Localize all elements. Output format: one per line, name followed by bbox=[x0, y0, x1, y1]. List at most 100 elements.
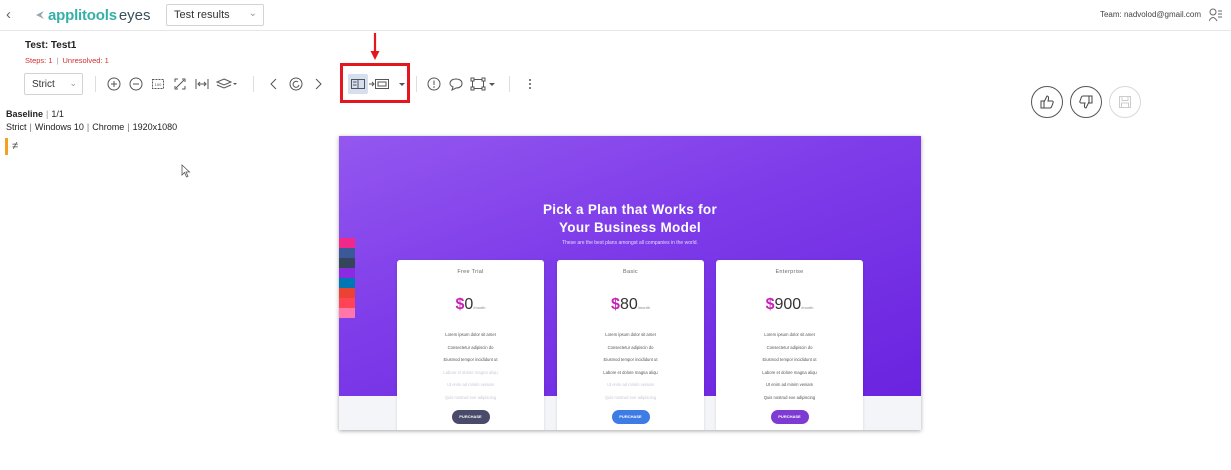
test-title: Test: Test1 bbox=[25, 40, 77, 51]
purchase-button[interactable]: PURCHASE bbox=[451, 410, 490, 424]
thumbs-up-button[interactable] bbox=[1031, 86, 1063, 118]
view-selector-value: Test results bbox=[174, 9, 230, 21]
plan-feature: Eiusmod tempor incididunt ut bbox=[762, 357, 817, 362]
baseline-label: Baseline bbox=[6, 109, 44, 119]
logo-mark-icon bbox=[36, 11, 44, 19]
team-label: Team: nadvolod@gmail.com bbox=[1099, 10, 1201, 19]
plan-name: Enterprise bbox=[775, 269, 804, 275]
baseline-header: Baseline | 1/1 bbox=[6, 109, 64, 119]
plan-feature: Labore et dolore magna aliqu bbox=[443, 369, 498, 375]
plan-feature: Quis nostrud exe adipiscing bbox=[763, 394, 816, 400]
toolbar-divider bbox=[509, 76, 510, 92]
view-selector[interactable]: Test results ⌄ bbox=[166, 4, 264, 26]
previous-icon[interactable] bbox=[266, 76, 282, 92]
thumbs-up-icon bbox=[1040, 95, 1054, 109]
chevron-down-icon: ⌄ bbox=[248, 8, 257, 19]
plan-feature: Quis nostrud exe adipiscing bbox=[444, 394, 497, 400]
fit-icon[interactable] bbox=[172, 76, 188, 92]
zoom-out-icon[interactable] bbox=[128, 76, 144, 92]
plan-feature: Consectetur adipiscin do bbox=[607, 344, 654, 350]
social-share-icon[interactable] bbox=[339, 268, 355, 278]
plan-price: $0/month bbox=[455, 296, 486, 313]
social-share-icon[interactable] bbox=[339, 298, 355, 308]
match-level-select[interactable]: Strict ⌄ bbox=[24, 73, 83, 95]
hero-title: Pick a Plan that Works for Your Business… bbox=[339, 201, 921, 237]
plan-feature: Ut enim ad minim veniam bbox=[606, 382, 655, 387]
purchase-button[interactable]: PURCHASE bbox=[611, 410, 650, 424]
top-bar: ‹ applitools eyes Test results ⌄ Team: n… bbox=[0, 0, 1231, 31]
view-mode-dropdown-icon[interactable] bbox=[394, 76, 410, 92]
social-share-icon[interactable] bbox=[339, 238, 355, 248]
toolbar-divider bbox=[95, 76, 96, 92]
plan-feature: Lorem ipsum dolor sit amet bbox=[764, 332, 815, 337]
chevron-down-icon: ⌄ bbox=[69, 78, 77, 88]
more-icon[interactable] bbox=[522, 76, 538, 92]
plan-feature: Eiusmod tempor incididunt ut bbox=[443, 357, 498, 362]
thumbs-down-button[interactable] bbox=[1070, 86, 1102, 118]
baseline-environment: Strict | Windows 10 | Chrome | 1920x1080 bbox=[6, 122, 178, 132]
steps-count: Steps: 1 bbox=[25, 56, 53, 65]
overlay-icon[interactable] bbox=[368, 76, 390, 92]
toolbar: Strict ⌄ 100 bbox=[24, 73, 544, 95]
side-by-side-icon[interactable] bbox=[350, 76, 366, 92]
plan-card-enterprise: Enterprise $900/month Lorem ipsum dolor … bbox=[716, 260, 863, 430]
plan-card-basic: Basic $80/month Lorem ipsum dolor sit am… bbox=[557, 260, 704, 430]
user-menu-icon[interactable] bbox=[1209, 8, 1222, 22]
hero-title-line1: Pick a Plan that Works for bbox=[542, 202, 718, 217]
diff-status-bar bbox=[5, 138, 8, 155]
remark-icon[interactable] bbox=[426, 76, 442, 92]
plan-feature: Lorem ipsum dolor sit amet bbox=[605, 332, 656, 337]
logo: applitools eyes bbox=[35, 6, 151, 24]
social-share-bar bbox=[339, 238, 355, 318]
plan-feature: Ut enim ad minim veniam bbox=[765, 382, 814, 387]
baseline-screenshot[interactable]: Pick a Plan that Works for Your Business… bbox=[339, 136, 921, 430]
social-share-icon[interactable] bbox=[339, 248, 355, 258]
social-share-icon[interactable] bbox=[339, 278, 355, 288]
mouse-cursor-icon bbox=[181, 164, 191, 178]
match-level-value: Strict bbox=[32, 79, 55, 90]
social-share-icon[interactable] bbox=[339, 258, 355, 268]
plan-price: $900/month bbox=[765, 296, 814, 313]
comment-icon[interactable] bbox=[448, 76, 464, 92]
plan-feature: Eiusmod tempor incididunt ut bbox=[603, 357, 658, 362]
hero-title-line2: Your Business Model bbox=[559, 220, 701, 235]
env-os: Windows 10 bbox=[34, 122, 84, 132]
plan-name: Free Trial bbox=[457, 269, 484, 275]
unresolved-count: Unresolved: 1 bbox=[62, 56, 109, 65]
zoom-in-icon[interactable] bbox=[106, 76, 122, 92]
plan-price: $80/month bbox=[611, 296, 650, 313]
env-viewport: 1920x1080 bbox=[132, 122, 178, 132]
purchase-button[interactable]: PURCHASE bbox=[770, 410, 809, 424]
svg-text:100: 100 bbox=[155, 82, 162, 87]
plan-feature: Lorem ipsum dolor sit amet bbox=[445, 332, 496, 337]
save-button[interactable] bbox=[1109, 86, 1141, 118]
env-match-level: Strict bbox=[6, 122, 27, 132]
baseline-position: 1/1 bbox=[51, 109, 64, 119]
plan-card-free: Free Trial $0/month Lorem ipsum dolor si… bbox=[397, 260, 544, 430]
hero-subtitle: These are the best plans amongst all com… bbox=[562, 240, 698, 246]
plan-feature: Quis nostrud exe adipiscing bbox=[604, 394, 657, 400]
plan-feature: Ut enim ad minim veniam bbox=[446, 382, 495, 387]
plan-name: Basic bbox=[623, 269, 638, 275]
next-icon[interactable] bbox=[310, 76, 326, 92]
refresh-icon[interactable] bbox=[288, 76, 304, 92]
region-icon[interactable] bbox=[470, 76, 498, 92]
back-icon[interactable]: ‹ bbox=[6, 7, 20, 23]
social-share-icon[interactable] bbox=[339, 288, 355, 298]
toolbar-divider bbox=[416, 76, 417, 92]
annotation-arrow bbox=[370, 33, 380, 60]
layers-icon[interactable] bbox=[216, 76, 238, 92]
steps-summary: Steps: 1 | Unresolved: 1 bbox=[25, 56, 109, 65]
thumbs-down-icon bbox=[1079, 95, 1093, 109]
social-share-icon[interactable] bbox=[339, 308, 355, 318]
plan-feature: Labore et dolore magna aliqu bbox=[603, 369, 658, 375]
logo-primary: applitools bbox=[48, 6, 117, 24]
toolbar-divider bbox=[253, 76, 254, 92]
plan-feature: Labore et dolore magna aliqu bbox=[762, 369, 817, 375]
env-browser: Chrome bbox=[92, 122, 125, 132]
fit-width-icon[interactable] bbox=[194, 76, 210, 92]
plan-feature: Consectetur adipiscin do bbox=[447, 344, 494, 350]
logo-secondary: eyes bbox=[118, 6, 151, 24]
diff-indicator[interactable]: ≠ bbox=[12, 140, 18, 152]
actual-size-icon[interactable]: 100 bbox=[150, 76, 166, 92]
